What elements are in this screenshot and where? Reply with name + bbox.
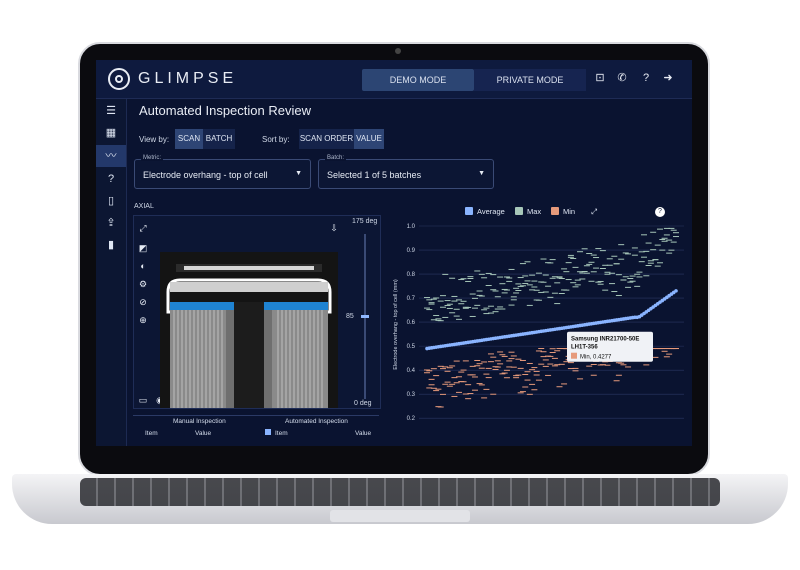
collapse-icon[interactable] [265,429,271,435]
y-axis-label: Electrode overhang - top of cell (mm) [393,279,399,370]
list-icon[interactable]: ☰ [103,103,119,119]
sort-value-button[interactable]: VALUE [354,129,384,149]
main-content: Automated Inspection Review View by: SCA… [127,99,692,446]
chart-plot: 0.2 0.3 0.4 0.5 0.6 0.7 0.8 0.9 1.0 Electrode ove… [393,224,684,422]
chevron-down-icon: ▼ [478,170,485,177]
no-notify-icon[interactable]: ⊘ [137,296,149,308]
app-screen: GLIMPSE DEMO MODE PRIVATE MODE ⊡ ✆ ? ➜ ☰… [96,60,692,446]
sort-by-label: Sort by: [262,135,290,144]
slider-value: 85 [346,313,354,320]
y-tick-label: 0.3 [407,392,416,398]
legend-min[interactable]: Min [551,207,575,216]
cylinder-icon[interactable]: ▯ [103,193,119,209]
view-by-batch-button[interactable]: BATCH [203,129,235,149]
y-tick-label: 0.2 [407,416,416,422]
expand-icon[interactable]: ⤢ [591,207,597,217]
manual-col-value: Value [195,430,212,437]
crosshair-icon[interactable]: ⊕ [137,314,149,326]
manual-col-item: Item [145,430,158,437]
app-logo-text: GLIMPSE [138,70,238,87]
tooltip-line-2: LH1T-356 [571,345,598,351]
contrast-icon[interactable]: ◩ [137,242,149,254]
angle-slider-thumb[interactable] [361,315,369,318]
manual-inspection-title: Manual Inspection [173,418,226,425]
view-by-label: View by: [139,135,170,144]
user-card-icon[interactable]: ⊡ [594,72,606,84]
automated-col-item: Item [275,430,288,437]
top-bar: GLIMPSE DEMO MODE PRIVATE MODE ⊡ ✆ ? ➜ [96,60,692,99]
help-circle-icon[interactable]: ? [655,207,665,217]
legend-average[interactable]: Average [465,207,505,216]
webcam [395,48,401,54]
average-point [674,289,678,293]
brightness-icon[interactable]: ◐ [137,260,149,272]
trackpad [330,510,470,522]
ct-viewer: ⤢ ◩ ◐ ⚙ ⊘ ⊕ ⇩ ▭ ◉ [133,215,381,409]
ct-scan-graphic [160,252,338,408]
private-mode-button[interactable]: PRIVATE MODE [474,69,586,91]
automated-inspection-title: Automated Inspection [285,418,348,425]
help-icon[interactable]: ? [640,72,652,84]
slider-bottom-label: 0 deg [354,400,372,407]
sort-scan-order-button[interactable]: SCAN ORDER [299,129,354,149]
slider-top-label: 175 deg [352,218,378,225]
ct-scan-image [160,252,338,408]
y-tick-label: 0.7 [407,296,416,302]
y-tick-label: 1.0 [407,224,416,230]
chevron-down-icon: ▼ [295,170,302,177]
batch-select[interactable]: Batch: Selected 1 of 5 batches ▼ [318,155,494,189]
chart-icon[interactable]: 〰 [96,145,126,167]
y-tick-label: 0.6 [407,320,416,326]
tooltip-swatch [571,352,577,359]
legend-max[interactable]: Max [515,207,541,216]
upload-icon[interactable]: ⇪ [103,215,119,231]
automated-col-value: Value [355,430,372,437]
keyboard [80,478,720,506]
y-tick-label: 0.9 [407,248,416,254]
page-title: Automated Inspection Review [139,103,311,118]
metric-select[interactable]: Metric: Electrode overhang - top of cell… [134,155,311,189]
ruler-icon[interactable]: ▭ [137,394,149,406]
demo-mode-button[interactable]: DEMO MODE [362,69,474,91]
batch-select-label: Batch: [325,155,347,161]
battery-icon[interactable]: ▮ [103,237,119,253]
y-tick-label: 0.4 [407,368,416,374]
help-box-icon[interactable]: ? [103,171,119,187]
y-tick-label: 0.5 [407,344,416,350]
logout-icon[interactable]: ➜ [662,72,674,84]
view-by-scan-button[interactable]: SCAN [175,129,203,149]
fullscreen-icon[interactable]: ⤢ [137,222,149,234]
metric-select-value: Electrode overhang - top of cell [143,170,268,180]
download-icon[interactable]: ⇩ [328,222,340,234]
settings-icon[interactable]: ⚙ [137,278,149,290]
batch-select-value: Selected 1 of 5 batches [327,170,422,180]
metric-select-label: Metric: [141,155,163,161]
inspection-tables: Manual Inspection Item Value Automated I… [133,415,379,442]
y-tick-label: 0.8 [407,272,416,278]
overhang-chart: Average Max Min ⤢ ? 0.2 0.3 0.4 0.5 0.6 0.7 0.… [389,203,692,443]
grid-icon[interactable]: ▦ [103,125,119,141]
viewer-title: AXIAL [134,203,154,210]
sidebar: ☰ ▦ 〰 ? ▯ ⇪ ▮ [96,99,127,446]
glimpse-logo-icon [108,68,130,90]
tooltip-line-1: Samsung INR21700-50E [571,337,639,343]
phone-icon[interactable]: ✆ [616,72,628,84]
tooltip-line-3: Min, 0.4277 [580,355,612,361]
